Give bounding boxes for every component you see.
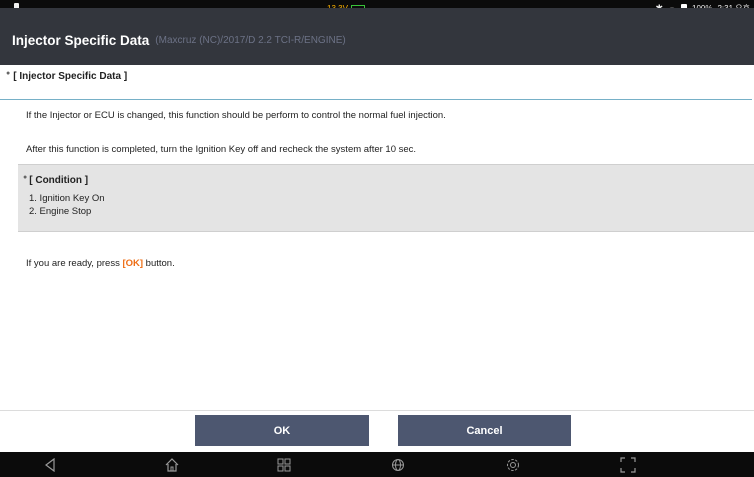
instruction-text-2: After this function is completed, turn t… <box>26 144 417 155</box>
condition-box: ● [ Condition ] 1. Ignition Key On 2. En… <box>18 164 754 232</box>
condition-title-text: [ Condition ] <box>29 175 89 186</box>
globe-icon[interactable] <box>378 452 418 477</box>
ok-highlight: [OK] <box>122 258 144 269</box>
vehicle-info: (Maxcruz (NC)/2017/D 2.2 TCI-R/ENGINE) <box>155 35 346 46</box>
ready-prompt: If you are ready, press [OK] button. <box>26 258 175 269</box>
navigation-bar <box>0 452 754 477</box>
button-bar: OK Cancel <box>0 410 754 452</box>
ok-button[interactable]: OK <box>195 415 369 446</box>
condition-item: 1. Ignition Key On <box>29 193 105 204</box>
ready-suffix: button. <box>143 258 175 269</box>
section-title: [ Injector Specific Data ] <box>13 71 128 82</box>
settings-icon[interactable] <box>493 452 533 477</box>
title-bar: Injector Specific Data (Maxcruz (NC)/201… <box>0 8 754 65</box>
page-title: Injector Specific Data <box>12 33 150 48</box>
divider <box>0 99 752 100</box>
bullet-icon: ● <box>23 174 28 181</box>
recent-apps-icon[interactable] <box>264 452 304 477</box>
ready-prefix: If you are ready, press <box>26 258 123 269</box>
home-icon[interactable] <box>152 452 192 477</box>
bullet-icon: ● <box>6 70 11 77</box>
cancel-button[interactable]: Cancel <box>398 415 571 446</box>
section-header: ● [ Injector Specific Data ] <box>6 70 128 82</box>
content-area: ● [ Injector Specific Data ] If the Inje… <box>0 65 754 410</box>
condition-item: 2. Engine Stop <box>29 206 92 217</box>
back-icon[interactable] <box>30 452 70 477</box>
screenshot-icon[interactable] <box>608 452 648 477</box>
instruction-text: If the Injector or ECU is changed, this … <box>26 110 446 121</box>
condition-title: ● [ Condition ] <box>23 174 89 186</box>
